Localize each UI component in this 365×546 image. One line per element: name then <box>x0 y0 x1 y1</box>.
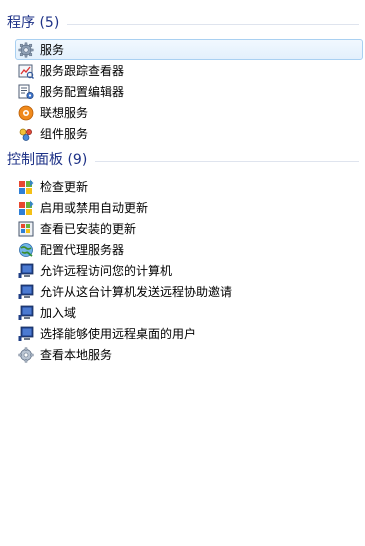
item-label: 启用或禁用自动更新 <box>40 200 149 215</box>
cp-item-local-services[interactable]: 查看本地服务 <box>15 344 363 365</box>
cp-item-installed-updates[interactable]: 查看已安装的更新 <box>15 218 363 239</box>
program-item-lenovo-service[interactable]: 联想服务 <box>15 102 363 123</box>
section-divider <box>95 160 359 162</box>
proxy-icon <box>19 242 33 257</box>
remote-computer-icon <box>18 305 34 320</box>
item-label: 查看已安装的更新 <box>40 221 137 236</box>
item-label: 配置代理服务器 <box>40 242 125 257</box>
section-divider <box>67 23 359 25</box>
program-item-trace-viewer[interactable]: 服务跟踪查看器 <box>15 60 363 81</box>
cp-item-proxy-server[interactable]: 配置代理服务器 <box>15 239 363 260</box>
program-item-services[interactable]: 服务 <box>15 39 363 60</box>
control-panel-title: 控制面板 (9) <box>7 152 88 168</box>
component-services-icon <box>19 128 32 141</box>
local-services-icon <box>18 347 34 362</box>
control-panel-header[interactable]: 控制面板 (9) <box>7 150 359 170</box>
cp-item-auto-update-toggle[interactable]: 启用或禁用自动更新 <box>15 197 363 218</box>
item-label: 允许远程访问您的计算机 <box>40 263 173 278</box>
installed-updates-icon <box>18 221 34 236</box>
programs-header[interactable]: 程序 (5) <box>7 13 359 33</box>
item-label: 服务跟踪查看器 <box>40 63 125 78</box>
item-label: 选择能够使用远程桌面的用户 <box>40 326 197 341</box>
item-label: 加入域 <box>40 305 77 320</box>
config-editor-icon <box>18 84 34 99</box>
cp-item-join-domain[interactable]: 加入域 <box>15 302 363 323</box>
item-label: 组件服务 <box>40 126 89 141</box>
windows-update-icon <box>19 200 34 215</box>
item-label: 服务 <box>40 42 65 57</box>
gear-icon <box>18 42 34 57</box>
remote-computer-icon <box>18 284 34 299</box>
program-item-component-services[interactable]: 组件服务 <box>15 123 363 144</box>
item-label: 检查更新 <box>40 179 89 194</box>
search-results-panel: 程序 (5) 服务 服务跟踪查看器 服务配置编辑器 联想服务 组件服务 控制面板… <box>0 0 365 546</box>
cp-item-remote-assistance[interactable]: 允许从这台计算机发送远程协助邀请 <box>15 281 363 302</box>
remote-computer-icon <box>18 326 34 341</box>
cp-item-check-updates[interactable]: 检查更新 <box>15 176 363 197</box>
remote-computer-icon <box>18 263 34 278</box>
item-label: 查看本地服务 <box>40 347 113 362</box>
item-label: 联想服务 <box>40 105 89 120</box>
trace-viewer-icon <box>18 64 34 79</box>
program-item-config-editor[interactable]: 服务配置编辑器 <box>15 81 363 102</box>
item-label: 服务配置编辑器 <box>40 84 125 99</box>
cp-item-remote-access[interactable]: 允许远程访问您的计算机 <box>15 260 363 281</box>
programs-title: 程序 (5) <box>7 15 60 31</box>
cp-item-remote-desktop-users[interactable]: 选择能够使用远程桌面的用户 <box>15 323 363 344</box>
lenovo-service-icon <box>18 105 34 120</box>
windows-update-icon <box>19 179 34 194</box>
item-label: 允许从这台计算机发送远程协助邀请 <box>40 284 233 299</box>
